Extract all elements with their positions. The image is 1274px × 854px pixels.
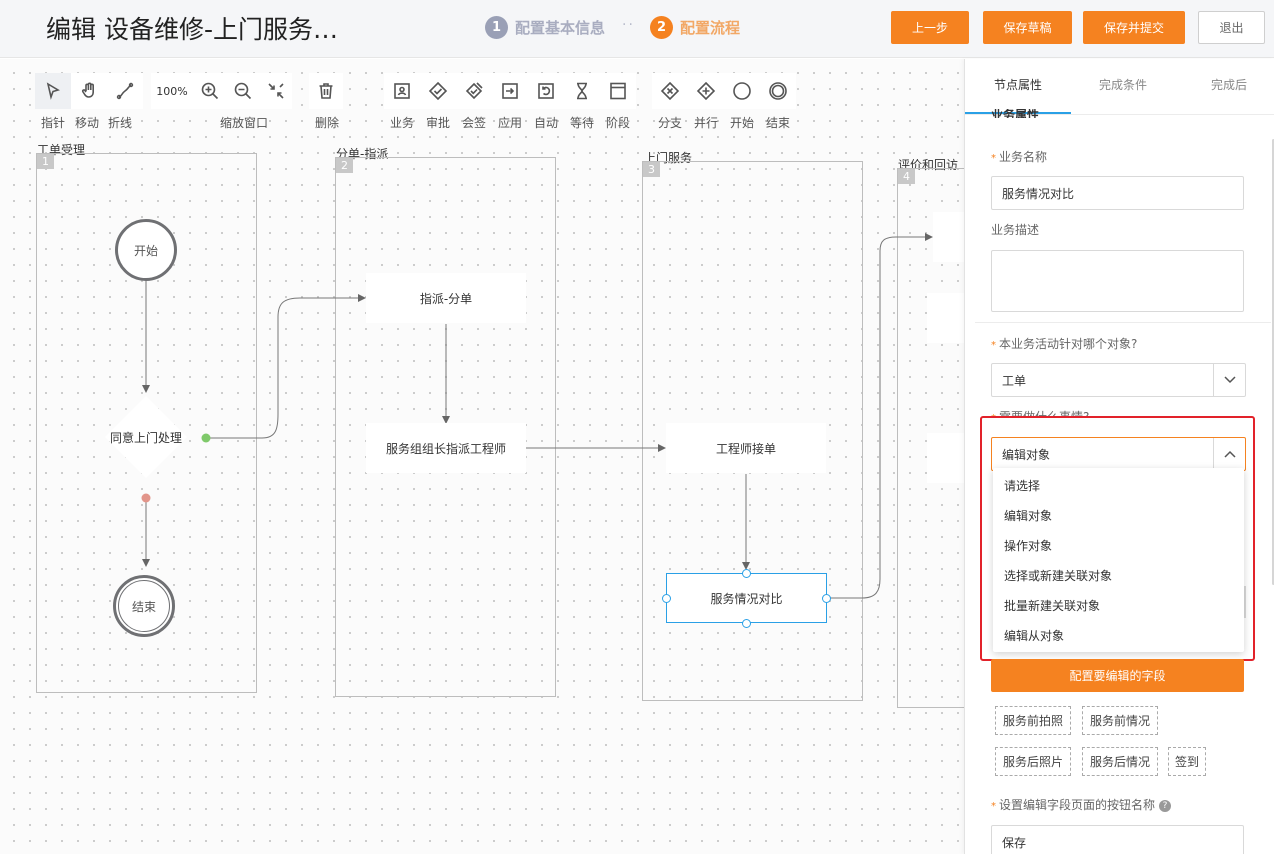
desc-label: 业务描述	[991, 223, 1040, 237]
resize-handle-right[interactable]	[822, 594, 831, 603]
resize-handle-bottom[interactable]	[742, 619, 751, 628]
desc-textarea[interactable]	[991, 250, 1244, 312]
chevron-down-icon[interactable]	[1213, 364, 1245, 396]
decision-label: 同意上门处理	[109, 430, 182, 445]
start-node[interactable]: 开始	[115, 219, 177, 281]
hidden-input-edge	[1244, 586, 1246, 618]
name-label: * 业务名称	[991, 150, 1048, 164]
step-number: 2	[650, 16, 673, 39]
object-select-value: 工单	[1002, 373, 1027, 388]
node-assign[interactable]: 指派-分单	[366, 273, 526, 323]
field-tag[interactable]: 服务前情况	[1082, 706, 1158, 735]
field-tag[interactable]: 服务后情况	[1082, 747, 1158, 776]
tab-after-completion[interactable]: 完成后	[1211, 76, 1247, 93]
step-separator: ··	[622, 17, 635, 33]
save-submit-button[interactable]: 保存并提交	[1083, 11, 1185, 44]
node-engineer-accept[interactable]: 工程师接单	[666, 423, 826, 473]
todo-select[interactable]: 编辑对象	[991, 437, 1246, 471]
resize-handle-top[interactable]	[742, 569, 751, 578]
node-partial[interactable]	[933, 212, 964, 262]
option-edit-child-object[interactable]: 编辑从对象	[993, 621, 1244, 651]
option-please-select[interactable]: 请选择	[993, 471, 1244, 501]
option-operate-object[interactable]: 操作对象	[993, 531, 1244, 561]
option-batch-create-related[interactable]: 批量新建关联对象	[993, 591, 1244, 621]
object-label: * 本业务活动针对哪个对象?	[991, 337, 1138, 351]
tab-node-properties[interactable]: 节点属性	[994, 76, 1042, 93]
save-draft-button[interactable]: 保存草稿	[983, 11, 1072, 44]
field-tag[interactable]: 签到	[1168, 747, 1206, 776]
chevron-up-icon[interactable]	[1213, 438, 1245, 470]
top-bar: 编辑 设备维修-上门服务… 1 配置基本信息 ·· 2 配置流程 上一步 保存草…	[0, 0, 1274, 58]
name-input[interactable]: 服务情况对比	[991, 176, 1244, 210]
todo-select-value: 编辑对象	[1002, 447, 1051, 462]
panel-tabs: 节点属性 完成条件 完成后	[965, 59, 1274, 115]
tab-completion-conditions[interactable]: 完成条件	[1099, 76, 1147, 93]
prev-step-button[interactable]: 上一步	[891, 11, 969, 44]
todo-dropdown: 请选择 编辑对象 操作对象 选择或新建关联对象 批量新建关联对象 编辑从对象	[993, 468, 1244, 652]
resize-handle-left[interactable]	[662, 594, 671, 603]
step-label: 配置流程	[680, 19, 741, 37]
properties-panel: 节点属性 完成条件 完成后 业务属性 * 业务名称 服务情况对比 业务描述 * 本业…	[964, 59, 1274, 854]
button-name-input[interactable]: 保存	[991, 825, 1244, 854]
help-icon[interactable]: ?	[1159, 799, 1172, 812]
field-tag[interactable]: 服务后照片	[995, 747, 1071, 776]
divider	[975, 322, 1271, 323]
end-node[interactable]: 结束	[113, 575, 175, 637]
button-name-label: * 设置编辑字段页面的按钮名称?	[991, 796, 1172, 813]
node-service-compare[interactable]: 服务情况对比	[666, 573, 827, 623]
object-select[interactable]: 工单	[991, 363, 1246, 397]
exit-button[interactable]: 退出	[1198, 11, 1265, 44]
option-edit-object[interactable]: 编辑对象	[993, 501, 1244, 531]
node-partial[interactable]	[927, 293, 964, 343]
section-title-cut: 业务属性	[991, 109, 1040, 118]
step-basic-info[interactable]: 1 配置基本信息	[485, 16, 605, 39]
node-partial[interactable]	[927, 433, 964, 483]
step-config-flow[interactable]: 2 配置流程	[650, 16, 740, 39]
field-tag[interactable]: 服务前拍照	[995, 706, 1071, 735]
page-title: 编辑 设备维修-上门服务…	[46, 15, 338, 44]
todo-label: *需要做什么事情?	[991, 410, 1090, 418]
step-label: 配置基本信息	[515, 19, 606, 37]
end-label-text: 结束	[118, 580, 170, 632]
option-select-or-create-related[interactable]: 选择或新建关联对象	[993, 561, 1244, 591]
config-fields-button[interactable]: 配置要编辑的字段	[991, 659, 1244, 692]
step-number: 1	[485, 16, 508, 39]
flow-canvas[interactable]: 指针 移动 折线 100% 缩放窗口 删除 业务 审批 会签 应用 自动 等待 …	[0, 59, 964, 854]
decision-node[interactable]: 同意上门处理	[104, 395, 188, 479]
node-leader-assign[interactable]: 服务组组长指派工程师	[366, 423, 526, 473]
